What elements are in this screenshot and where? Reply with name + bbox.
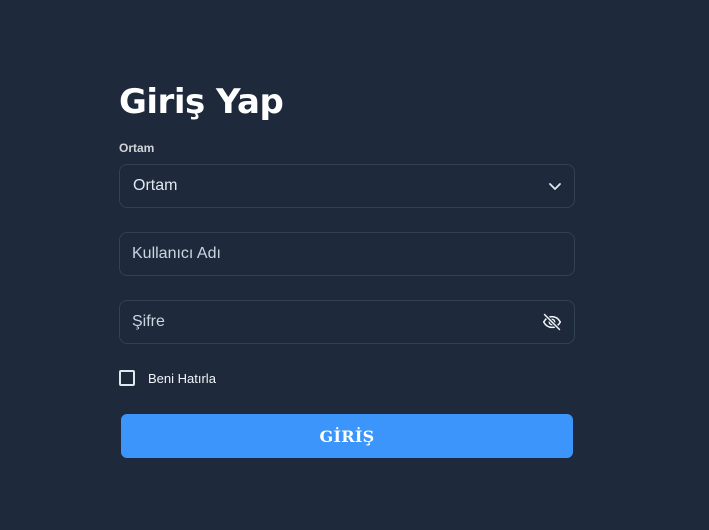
chevron-down-icon <box>549 183 561 190</box>
password-input[interactable] <box>132 301 532 343</box>
eye-off-icon[interactable] <box>542 312 562 332</box>
remember-me-checkbox[interactable] <box>119 370 135 386</box>
remember-me[interactable]: Beni Hatırla <box>119 370 216 386</box>
page-title: Giriş Yap <box>119 82 284 122</box>
environment-label: Ortam <box>119 141 155 155</box>
username-field[interactable] <box>119 232 575 276</box>
login-form: Giriş Yap Ortam Ortam Beni Hatırla GİRİŞ <box>119 80 575 458</box>
password-field[interactable] <box>119 300 575 344</box>
remember-me-label[interactable]: Beni Hatırla <box>148 371 216 386</box>
environment-select-value: Ortam <box>133 177 178 194</box>
login-page: Giriş Yap Ortam Ortam Beni Hatırla GİRİŞ <box>0 0 709 530</box>
environment-select[interactable]: Ortam <box>119 164 575 208</box>
login-button[interactable]: GİRİŞ <box>121 414 573 458</box>
username-input[interactable] <box>132 233 532 275</box>
